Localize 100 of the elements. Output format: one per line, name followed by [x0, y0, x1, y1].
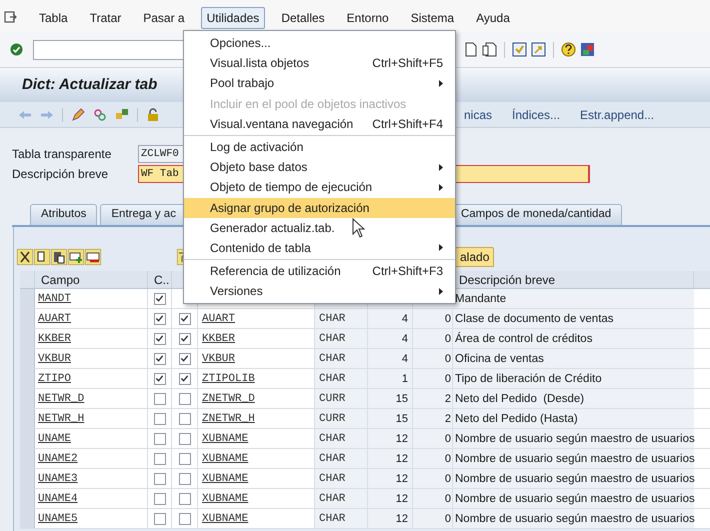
cut-icon[interactable]: [17, 249, 33, 265]
toolbar-button[interactable]: Estr.append...: [574, 106, 660, 124]
table-cell: CURR: [315, 389, 368, 408]
checkbox[interactable]: [154, 412, 166, 424]
table-cell: Nombre de usuario según maestro de usuarios: [453, 469, 694, 488]
menu-item[interactable]: Visual.ventana navegación Ctrl+Shift+F4: [184, 114, 455, 134]
table-cell: 0: [413, 429, 453, 448]
checkbox[interactable]: [154, 432, 166, 444]
toolbar-button[interactable]: nicas: [458, 106, 498, 124]
insert-row-icon[interactable]: [68, 249, 84, 265]
table-cell: 4: [368, 309, 413, 328]
submenu-arrow-icon: [439, 288, 443, 295]
window-icon[interactable]: [531, 42, 546, 57]
menu-item[interactable]: Objeto base datos: [184, 157, 455, 178]
help-icon[interactable]: [561, 42, 576, 57]
menu-item[interactable]: Opciones...: [184, 33, 455, 54]
checkbox[interactable]: [178, 312, 190, 324]
back-icon[interactable]: [18, 110, 32, 120]
checkbox[interactable]: [178, 452, 190, 464]
page-icon[interactable]: [464, 42, 478, 57]
checkbox[interactable]: [154, 512, 166, 524]
table-cell: 0: [413, 489, 453, 508]
checkbox[interactable]: [154, 312, 166, 324]
table-cell: Clase de documento de ventas: [453, 309, 694, 328]
checkbox[interactable]: [178, 332, 190, 344]
toolbar-button[interactable]: alado: [455, 247, 494, 267]
table-cell: 2: [413, 389, 453, 408]
column-header[interactable]: C..: [148, 271, 172, 288]
menu-item[interactable]: Contenido de tabla: [184, 238, 455, 258]
checkbox[interactable]: [154, 472, 166, 484]
tab[interactable]: Atributos: [30, 204, 98, 225]
checkbox[interactable]: [178, 432, 190, 444]
table-cell: 0: [413, 309, 453, 328]
table-cell: 0: [413, 349, 453, 368]
checkbox[interactable]: [178, 412, 190, 424]
table-cell: 0: [413, 449, 453, 468]
table-cell: CHAR: [315, 349, 368, 368]
checkbox[interactable]: [154, 292, 166, 304]
column-header[interactable]: Campo: [35, 271, 148, 288]
checkbox[interactable]: [154, 452, 166, 464]
layout-icon[interactable]: [580, 42, 595, 57]
menu-bar-item[interactable]: Ayuda: [470, 7, 516, 29]
checkbox[interactable]: [178, 492, 190, 504]
menu-item[interactable]: Objeto de tiempo de ejecución: [184, 177, 455, 198]
table-cell: Área de control de créditos: [453, 329, 694, 348]
menu-bar-item[interactable]: Pasar a: [137, 7, 191, 29]
table-cell: CHAR: [315, 369, 368, 388]
table-cell: ZTIPO: [35, 369, 148, 388]
menu-item[interactable]: Referencia de utilización Ctrl+Shift+F3: [184, 261, 455, 282]
menu-item[interactable]: Log de activación: [184, 136, 455, 158]
checkbox[interactable]: [178, 512, 190, 524]
menu-bar-item[interactable]: Sistema: [404, 7, 460, 29]
pages-icon[interactable]: [482, 42, 497, 57]
toolbar-button[interactable]: Índices...: [506, 106, 566, 124]
field-label: Tabla transparente: [12, 146, 112, 162]
copy-icon[interactable]: [34, 249, 50, 265]
menu-bar-item[interactable]: Tratar: [84, 7, 128, 29]
pencil-icon[interactable]: [71, 108, 85, 122]
paste-icon[interactable]: [51, 249, 67, 265]
table-cell: 12: [368, 489, 413, 508]
table-cell: Mandante: [453, 289, 694, 308]
checkbox[interactable]: [154, 332, 166, 344]
table-cell: KKBER: [35, 329, 148, 348]
checkbox[interactable]: [154, 392, 166, 404]
table-cell: UNAME4: [35, 489, 148, 508]
checkbox[interactable]: [154, 492, 166, 504]
table-cell: Neto del Pedido (Hasta): [453, 409, 694, 428]
table-cell: 2: [413, 409, 453, 428]
menu-item[interactable]: Visual.lista objetos Ctrl+Shift+F5: [184, 53, 455, 74]
table-cell: 12: [368, 449, 413, 468]
table-cell: 0: [413, 509, 453, 528]
checkbox[interactable]: [178, 472, 190, 484]
menu-bar-item[interactable]: Tabla: [33, 7, 74, 29]
menu-bar-item[interactable]: Entorno: [340, 7, 395, 29]
checkbox[interactable]: [178, 392, 190, 404]
table-cell: Nombre de usuario según maestro de usuarios: [453, 429, 694, 448]
checkbox[interactable]: [154, 352, 166, 364]
table-cell: MANDT: [35, 289, 148, 308]
exit-icon[interactable]: [4, 11, 17, 24]
delete-row-icon[interactable]: [85, 249, 101, 265]
table-cell: Neto del Pedido (Desde): [453, 389, 694, 408]
window-icon[interactable]: [512, 42, 527, 57]
table-cell: 0: [413, 369, 453, 388]
forward-icon[interactable]: [40, 110, 54, 120]
table-cell: 1: [368, 369, 413, 388]
menu-bar-item[interactable]: Utilidades: [200, 7, 266, 29]
checkbox[interactable]: [154, 372, 166, 384]
menu-item[interactable]: Asignar grupo de autorización: [184, 198, 455, 218]
checkbox[interactable]: [178, 352, 190, 364]
checkbox[interactable]: [178, 372, 190, 384]
table-cell: UNAME: [35, 429, 148, 448]
confirm-icon[interactable]: [10, 43, 23, 56]
menu-item[interactable]: Versiones: [184, 281, 455, 302]
table-cell: Nombre de usuario según maestro de usuarios: [453, 449, 694, 468]
table-cell: UNAME3: [35, 469, 148, 488]
menu-bar-item[interactable]: Detalles: [275, 7, 331, 29]
lock-icon[interactable]: [146, 108, 160, 122]
table-cell: CHAR: [315, 429, 368, 448]
table-cell: 0: [413, 469, 453, 488]
menu-item[interactable]: Pool trabajo: [184, 73, 455, 94]
